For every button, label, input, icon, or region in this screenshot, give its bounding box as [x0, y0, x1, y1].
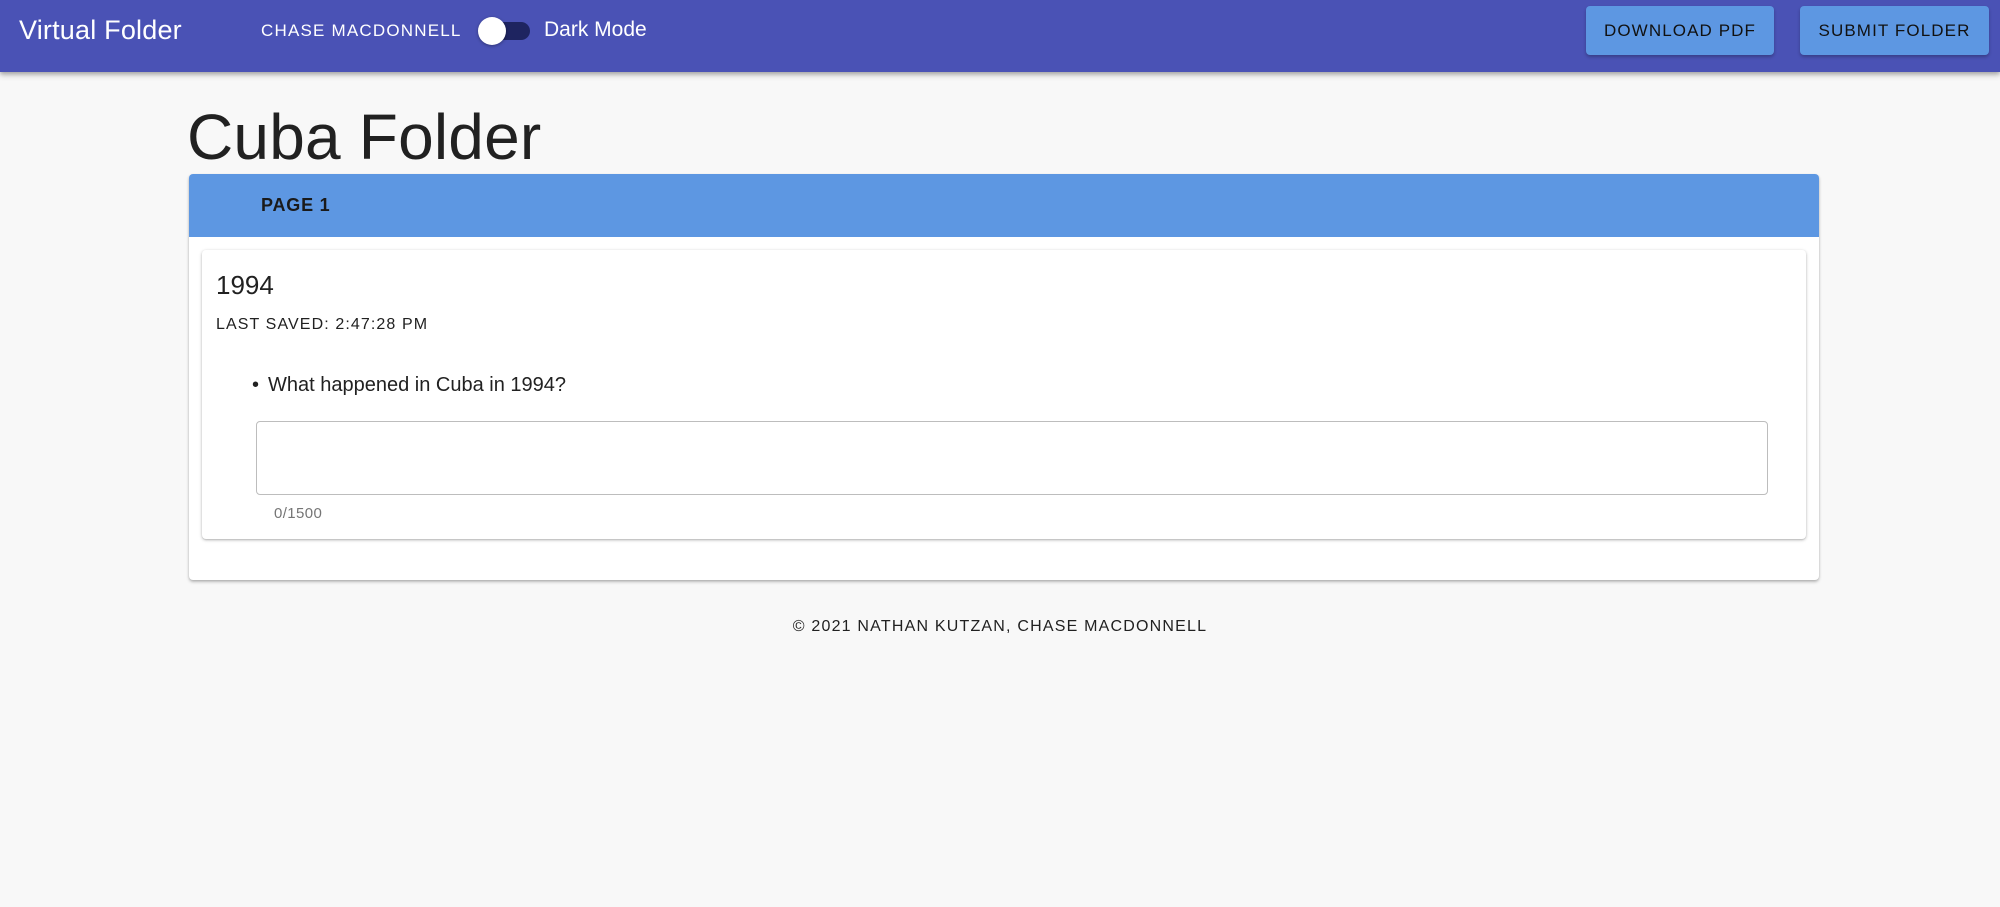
answer-textarea[interactable] — [256, 421, 1768, 495]
card-title: 1994 — [216, 270, 274, 300]
page-title: Cuba Folder — [187, 101, 542, 173]
user-name: CHASE MACDONNELL — [261, 21, 462, 40]
footer-copyright: © 2021 NATHAN KUTZAN, CHASE MACDONNELL — [792, 618, 1208, 635]
app-bar: Virtual Folder CHASE MACDONNELL Dark Mod… — [0, 0, 2000, 72]
question-text: What happened in Cuba in 1994? — [268, 374, 567, 396]
dark-mode-label: Dark Mode — [544, 18, 647, 41]
app-title[interactable]: Virtual Folder — [19, 14, 182, 46]
tab-page-1[interactable]: PAGE 1 — [241, 174, 351, 237]
bullet: • — [252, 374, 260, 396]
question-card: 1994 LAST SAVED: 2:47:28 PM • What happe… — [202, 250, 1806, 539]
last-saved-time: 2:47:28 PM — [335, 316, 429, 333]
download-pdf-button[interactable]: DOWNLOAD PDF — [1586, 6, 1774, 55]
last-saved-status: LAST SAVED: 2:47:28 PM — [216, 315, 428, 335]
toggle-thumb — [478, 17, 506, 45]
dark-mode-toggle[interactable] — [478, 17, 530, 45]
last-saved-label: LAST SAVED: — [216, 316, 330, 333]
character-counter: 0/1500 — [274, 505, 323, 522]
submit-folder-button[interactable]: SUBMIT FOLDER — [1800, 6, 1989, 55]
folder-panel: PAGE 1 1994 LAST SAVED: 2:47:28 PM • Wha… — [189, 174, 1819, 580]
tab-bar: PAGE 1 — [189, 174, 1819, 237]
